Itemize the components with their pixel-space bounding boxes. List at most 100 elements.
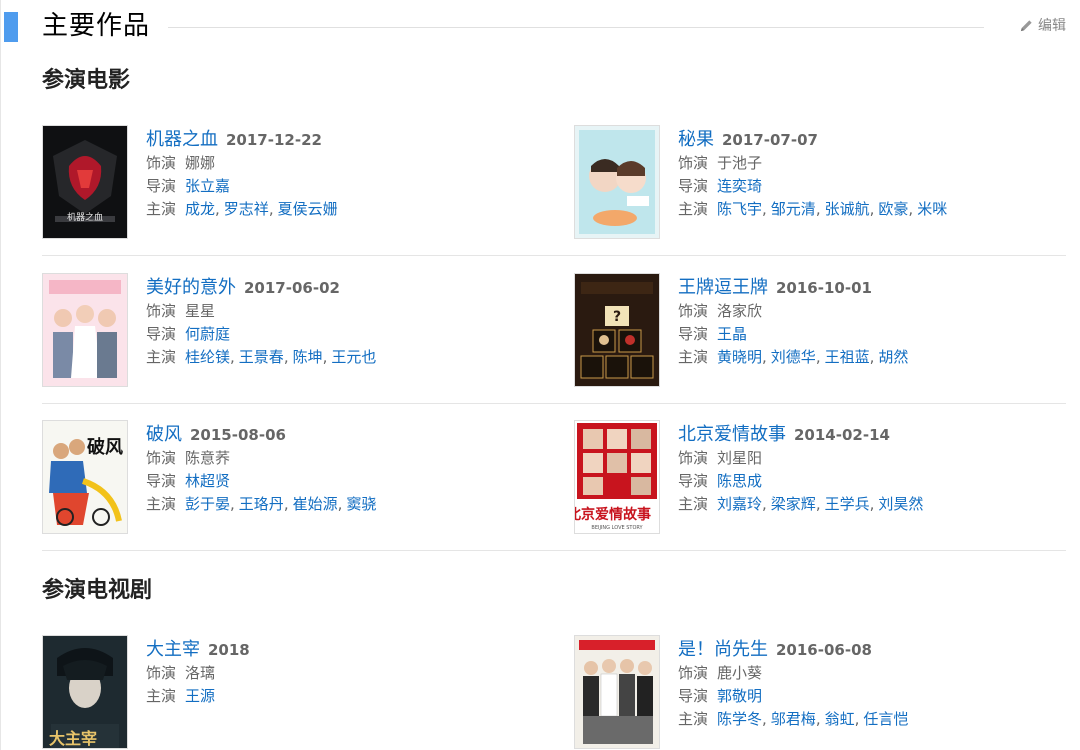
movie-title[interactable]: 北京爱情故事 [678, 420, 786, 446]
tv-title[interactable]: 大主宰 [146, 635, 200, 661]
actor-link[interactable]: 刘嘉玲 [717, 493, 762, 514]
starring-label: 主演 [146, 200, 177, 218]
role-label: 饰演 [678, 154, 709, 172]
tv-item: 是！尚先生 2016-06-08 饰演 鹿小葵 导演 郭敬明 主演 陈学冬, 邬君梅… [574, 635, 1074, 750]
actor-link[interactable]: 窦骁 [346, 493, 376, 514]
actor-link[interactable]: 刘昊然 [878, 493, 923, 514]
actor-link[interactable]: 陈坤 [293, 346, 323, 367]
role-label: 饰演 [146, 664, 177, 682]
section-divider-line [168, 27, 984, 28]
director-label: 导演 [678, 325, 709, 343]
director-label: 导演 [146, 472, 177, 490]
role-label: 饰演 [146, 302, 177, 320]
actor-link[interactable]: 罗志祥 [224, 198, 269, 219]
actor-link[interactable]: 彭于晏 [185, 493, 230, 514]
director-link[interactable]: 王晶 [717, 323, 747, 344]
actor-link[interactable]: 胡然 [878, 346, 908, 367]
movie-poster[interactable] [574, 125, 660, 239]
starring-label: 主演 [678, 200, 709, 218]
edit-button[interactable]: 编辑 [1019, 15, 1066, 35]
actor-link[interactable]: 成龙 [185, 198, 215, 219]
director-label: 导演 [678, 687, 709, 705]
section-header: 主要作品 编辑 [0, 0, 1080, 52]
movie-poster[interactable]: 机器之血 [42, 125, 128, 239]
director-link[interactable]: 郭敬明 [717, 685, 762, 706]
actor-link[interactable]: 欧豪 [878, 198, 908, 219]
poster-title-text: 北京爱情故事 [575, 506, 651, 523]
director-label: 导演 [146, 177, 177, 195]
actor-link[interactable]: 王学兵 [825, 493, 870, 514]
release-date: 2015-08-06 [190, 426, 286, 444]
director-link[interactable]: 林超贤 [185, 470, 230, 491]
actor-link[interactable]: 梁家辉 [771, 493, 816, 514]
role-name: 娜娜 [185, 154, 216, 172]
role-label: 饰演 [146, 154, 177, 172]
poster-subtitle-text: BEIJING LOVE STORY [591, 525, 643, 531]
movie-poster[interactable]: ? [574, 273, 660, 387]
movie-title[interactable]: 美好的意外 [146, 273, 236, 299]
role-name: 鹿小葵 [717, 664, 763, 682]
poster-title-text: 机器之血 [67, 211, 103, 223]
role-label: 饰演 [146, 449, 177, 467]
tv-subtitle: 参演电视剧 [42, 578, 153, 603]
row-divider [42, 255, 1066, 256]
release-date: 2017-12-22 [226, 131, 322, 149]
actor-link[interactable]: 王珞丹 [239, 493, 284, 514]
actor-link[interactable]: 王景春 [239, 346, 284, 367]
director-link[interactable]: 连奕琦 [717, 175, 762, 196]
actor-link[interactable]: 王源 [185, 685, 215, 706]
actor-link[interactable]: 邬君梅 [771, 708, 816, 729]
actor-link[interactable]: 桂纶镁 [185, 346, 230, 367]
release-date: 2017-07-07 [722, 131, 818, 149]
tv-poster[interactable] [574, 635, 660, 749]
poster-title-text: 大主宰 [49, 729, 97, 748]
movie-poster[interactable] [42, 273, 128, 387]
director-link[interactable]: 何蔚庭 [185, 323, 230, 344]
movie-title[interactable]: 破风 [146, 420, 182, 446]
release-date: 2016-06-08 [776, 641, 872, 659]
movie-item: 破风 破风 2015-08-06 饰演 陈意荞 导演 林超贤 主演 彭于晏, 王珞丹… [42, 420, 542, 538]
movies-subtitle: 参演电影 [42, 68, 131, 93]
starring-label: 主演 [678, 710, 709, 728]
role-label: 饰演 [678, 664, 709, 682]
actor-link[interactable]: 张诚航 [825, 198, 870, 219]
movie-item: 秘果 2017-07-07 饰演 于池子 导演 连奕琦 主演 陈飞宇, 邹元清, 张… [574, 125, 1074, 243]
actor-link[interactable]: 夏侯云姗 [278, 198, 338, 219]
section-title: 主要作品 [42, 11, 151, 41]
actor-link[interactable]: 任言恺 [863, 708, 908, 729]
movie-item: 美好的意外 2017-06-02 饰演 星星 导演 何蔚庭 主演 桂纶镁, 王景春,… [42, 273, 542, 391]
actor-link[interactable]: 刘德华 [771, 346, 816, 367]
actor-link[interactable]: 翁虹 [825, 708, 855, 729]
svg-text:?: ? [613, 309, 621, 325]
movie-title[interactable]: 王牌逗王牌 [678, 273, 768, 299]
pencil-icon [1020, 19, 1032, 31]
actor-link[interactable]: 米咪 [917, 198, 947, 219]
tv-item: 大主宰 大主宰 2018 饰演 洛璃 主演 王源 [42, 635, 542, 750]
actor-link[interactable]: 黄晓明 [717, 346, 762, 367]
movie-poster[interactable]: 北京爱情故事 BEIJING LOVE STORY [574, 420, 660, 534]
actor-link[interactable]: 崔始源 [293, 493, 338, 514]
movie-item: 北京爱情故事 BEIJING LOVE STORY 北京爱情故事 2014-02… [574, 420, 1074, 538]
starring-label: 主演 [146, 687, 177, 705]
actor-link[interactable]: 邹元清 [771, 198, 816, 219]
tv-poster[interactable]: 大主宰 [42, 635, 128, 749]
movie-title[interactable]: 机器之血 [146, 125, 218, 151]
role-name: 星星 [185, 302, 216, 320]
role-name: 刘星阳 [717, 449, 763, 467]
starring-label: 主演 [678, 348, 709, 366]
director-label: 导演 [678, 472, 709, 490]
actor-link[interactable]: 陈飞宇 [717, 198, 762, 219]
section-accent-bar [4, 12, 18, 42]
tv-title[interactable]: 是！尚先生 [678, 635, 768, 661]
release-date: 2016-10-01 [776, 279, 872, 297]
actor-link[interactable]: 陈学冬 [717, 708, 762, 729]
movie-poster[interactable]: 破风 [42, 420, 128, 534]
actor-link[interactable]: 王元也 [331, 346, 376, 367]
movie-title[interactable]: 秘果 [678, 125, 714, 151]
role-label: 饰演 [678, 449, 709, 467]
director-label: 导演 [146, 325, 177, 343]
director-link[interactable]: 陈思成 [717, 470, 762, 491]
actor-link[interactable]: 王祖蓝 [825, 346, 870, 367]
director-link[interactable]: 张立嘉 [185, 175, 230, 196]
role-name: 于池子 [717, 154, 763, 172]
